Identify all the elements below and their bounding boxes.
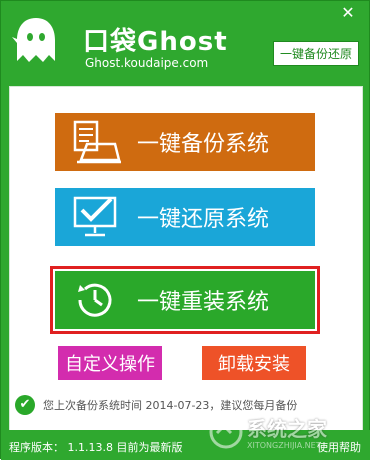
clock-refresh-icon — [65, 277, 125, 323]
app-url: Ghost.koudaipe.com — [85, 56, 209, 70]
app-title: 口袋Ghost — [83, 27, 228, 57]
custom-operation-button[interactable]: 自定义操作 — [58, 346, 162, 380]
document-laptop-icon — [65, 119, 125, 165]
watermark-text: 系统之家 — [247, 417, 327, 441]
version-text: 程序版本： 1.1.13.8 目前为最新版 — [9, 441, 183, 454]
monitor-check-icon — [65, 194, 125, 240]
close-button[interactable]: ✕ — [337, 3, 359, 23]
watermark-url: XITONGZHIJIA.NET — [247, 441, 321, 450]
watermark-logo-icon — [209, 415, 243, 449]
reinstall-system-button[interactable]: 一键重装系统 — [55, 271, 315, 329]
watermark: 系统之家 XITONGZHIJIA.NET — [209, 409, 339, 457]
backup-restore-link[interactable]: 一键备份还原 — [272, 41, 359, 66]
backup-system-button[interactable]: 一键备份系统 — [55, 113, 315, 171]
reinstall-system-label: 一键重装系统 — [137, 290, 270, 315]
restore-system-label: 一键还原系统 — [137, 207, 270, 232]
uninstall-button[interactable]: 卸载安装 — [202, 346, 306, 380]
app-window: 口袋Ghost Ghost.koudaipe.com ✕ 一键备份还原 一键备份… — [0, 0, 370, 460]
backup-system-label: 一键备份系统 — [137, 132, 270, 157]
check-circle-icon: ✔ — [15, 395, 35, 415]
restore-system-button[interactable]: 一键还原系统 — [55, 188, 315, 246]
ghost-logo-icon — [12, 18, 55, 62]
